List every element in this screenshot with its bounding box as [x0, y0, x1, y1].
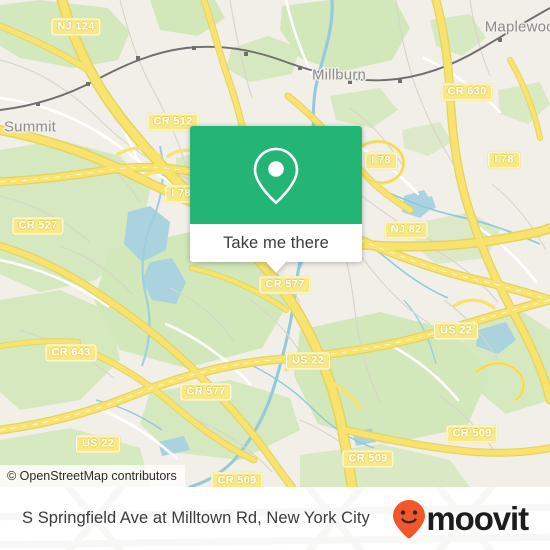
road-shield-cr-509-b[interactable]: CR 509	[342, 450, 394, 468]
road-shield-us-22-c[interactable]: US 22	[433, 322, 479, 340]
callout-icon-panel	[190, 126, 362, 224]
road-shield-cr-577-a[interactable]: CR 577	[259, 276, 311, 294]
road-shield-i-78-b[interactable]: I 78	[488, 151, 520, 169]
place-label-summit: Summit	[3, 118, 57, 136]
road-shield-cr-577-b[interactable]: CR 577	[180, 383, 232, 401]
road-shield-us-22-a[interactable]: US 22	[285, 352, 331, 370]
place-label-millburn: Millburn	[311, 66, 367, 84]
road-shield-i-78-a[interactable]: I 78	[365, 152, 397, 170]
road-shield-cr-527[interactable]: CR 527	[12, 217, 64, 235]
page-footer: S Springfield Ave at Milltown Rd, New Yo…	[0, 487, 550, 550]
road-shield-cr-509-a[interactable]: CR 509	[446, 425, 498, 443]
moovit-wordmark: moovit	[426, 500, 529, 537]
map-viewport[interactable]: Summit Millburn Maplewood NJ 124 CR 512 …	[0, 0, 550, 487]
callout-action-panel[interactable]: Take me there	[190, 224, 362, 273]
road-shield-nj-82[interactable]: NJ 82	[384, 221, 428, 239]
road-shield-cr-643[interactable]: CR 643	[45, 344, 97, 362]
moovit-smiling-pin-icon	[393, 499, 426, 538]
moovit-logo[interactable]: moovit	[392, 499, 529, 539]
map-attribution[interactable]: © OpenStreetMap contributors	[0, 465, 185, 487]
take-me-there-label: Take me there	[223, 233, 329, 252]
road-shield-cr-509-c[interactable]: CR 509	[211, 472, 263, 487]
road-shield-us-22-b[interactable]: US 22	[75, 435, 121, 453]
road-shield-cr-630[interactable]: CR 630	[441, 83, 493, 101]
road-shield-nj-124[interactable]: NJ 124	[51, 18, 101, 36]
location-title: S Springfield Ave at Milltown Rd, New Yo…	[22, 509, 370, 527]
callout-pointer-tail	[265, 261, 287, 273]
location-callout-card[interactable]: Take me there	[190, 126, 362, 273]
place-label-maplewood: Maplewood	[484, 18, 550, 36]
map-pin-icon	[253, 147, 299, 205]
